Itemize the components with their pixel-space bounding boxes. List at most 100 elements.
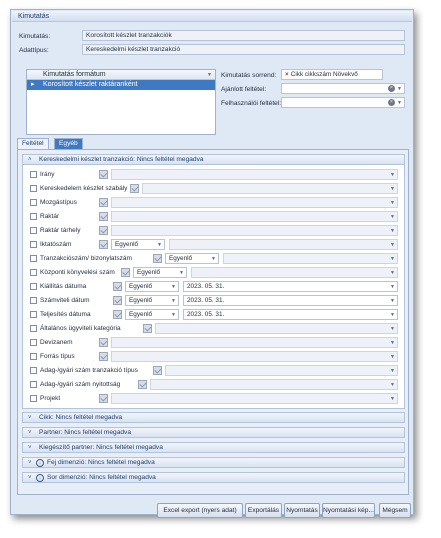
filter-checkbox[interactable] bbox=[30, 199, 37, 206]
negate-toggle[interactable] bbox=[99, 352, 108, 361]
format-list[interactable]: Kimutatás formátum ▼ ▸ Korosított készle… bbox=[26, 69, 216, 135]
filter-value-field[interactable]: 2023. 05. 31. ▼ bbox=[183, 281, 398, 292]
chevron-down-icon[interactable]: ▼ bbox=[157, 240, 162, 249]
chevron-down-icon[interactable]: ▼ bbox=[390, 198, 395, 207]
negate-toggle[interactable] bbox=[121, 268, 130, 277]
chevron-down-icon[interactable]: ▼ bbox=[211, 254, 216, 263]
chevron-down-icon[interactable]: ▼ bbox=[171, 282, 176, 291]
filter-value-field[interactable]: ▼ bbox=[111, 211, 398, 222]
chevron-down-icon[interactable]: ▼ bbox=[390, 338, 395, 347]
chevron-down-icon[interactable]: ▼ bbox=[390, 366, 395, 375]
filter-checkbox[interactable] bbox=[30, 353, 37, 360]
operator-select[interactable]: Egyenlő ▼ bbox=[133, 267, 187, 278]
negate-toggle[interactable] bbox=[99, 226, 108, 235]
tab-egyeb-feltetel[interactable]: Egyéb feltétel bbox=[54, 138, 84, 157]
chevron-down-icon[interactable]: ▼ bbox=[390, 212, 395, 221]
negate-toggle[interactable] bbox=[153, 254, 162, 263]
chevron-down-icon[interactable]: ▼ bbox=[390, 226, 395, 235]
negate-toggle[interactable] bbox=[99, 394, 108, 403]
operator-select[interactable]: Egyenlő ▼ bbox=[125, 281, 179, 292]
filter-value-field[interactable]: 2023. 05. 31. ▼ bbox=[183, 309, 398, 320]
filter-value-field[interactable]: ▼ bbox=[150, 379, 398, 390]
filter-value-field[interactable]: ▼ bbox=[191, 267, 398, 278]
filter-checkbox[interactable] bbox=[30, 367, 37, 374]
operator-select[interactable]: Egyenlő ▼ bbox=[125, 295, 179, 306]
format-list-item[interactable]: ▸ Korosított készlet raktáranként bbox=[27, 80, 215, 90]
ajanlott-combo[interactable]: × ▼ bbox=[281, 83, 405, 94]
negate-toggle[interactable] bbox=[153, 366, 162, 375]
operator-select[interactable]: Egyenlő ▼ bbox=[125, 309, 179, 320]
filter-value-field[interactable]: ▼ bbox=[111, 337, 398, 348]
chevron-down-icon[interactable]: ▼ bbox=[390, 282, 395, 291]
filter-checkbox[interactable] bbox=[30, 325, 37, 332]
filter-value-field[interactable]: 2023. 05. 31. ▼ bbox=[183, 295, 398, 306]
filter-checkbox[interactable] bbox=[30, 171, 37, 178]
chevron-down-icon[interactable]: ▼ bbox=[390, 394, 395, 403]
section-cikk[interactable]: ˅ Cikk: Nincs feltétel megadva bbox=[22, 412, 405, 423]
chevron-down-icon[interactable]: ▼ bbox=[171, 296, 176, 305]
chevron-down-icon[interactable]: ▼ bbox=[179, 268, 184, 277]
chevron-down-icon[interactable]: ▼ bbox=[390, 170, 395, 179]
filter-value-field[interactable]: ▼ bbox=[111, 169, 398, 180]
filter-value-field[interactable]: ▼ bbox=[155, 323, 398, 334]
section-sor-dimenzio[interactable]: ˅ ↓ Sor dimenzió: Nincs feltétel megadva bbox=[22, 472, 405, 483]
filter-value-field[interactable]: ▼ bbox=[111, 225, 398, 236]
filter-value-field[interactable]: ▼ bbox=[142, 183, 398, 194]
negate-toggle[interactable] bbox=[99, 198, 108, 207]
felhasznaloi-combo[interactable]: × ▼ bbox=[281, 97, 405, 108]
negate-toggle[interactable] bbox=[99, 338, 108, 347]
print-preview-button[interactable]: Nyomtatási kép... bbox=[322, 503, 375, 518]
chevron-down-icon[interactable]: ▼ bbox=[390, 240, 395, 249]
section-kiegeszito[interactable]: ˅ Kiegészítő partner: Nincs feltétel meg… bbox=[22, 442, 405, 453]
filter-checkbox[interactable] bbox=[30, 381, 37, 388]
chevron-down-icon[interactable]: ▼ bbox=[390, 184, 395, 193]
negate-toggle[interactable] bbox=[130, 184, 139, 193]
negate-toggle[interactable] bbox=[138, 380, 147, 389]
filter-checkbox[interactable] bbox=[30, 395, 37, 402]
section-main[interactable]: ˄ Kereskedelmi készlet tranzakció: Nincs… bbox=[22, 154, 405, 165]
negate-toggle[interactable] bbox=[143, 324, 152, 333]
clear-icon[interactable]: × bbox=[388, 99, 395, 106]
negate-toggle[interactable] bbox=[113, 296, 122, 305]
filter-value-field[interactable]: ▼ bbox=[165, 365, 398, 376]
filter-checkbox[interactable] bbox=[30, 213, 37, 220]
remove-icon[interactable]: × bbox=[285, 71, 289, 78]
filter-value-field[interactable]: ▼ bbox=[223, 253, 398, 264]
filter-checkbox[interactable] bbox=[30, 283, 37, 290]
filter-checkbox[interactable] bbox=[30, 269, 37, 276]
negate-toggle[interactable] bbox=[99, 240, 108, 249]
negate-toggle[interactable] bbox=[113, 310, 122, 319]
excel-export-button[interactable]: Excel export (nyers adat) bbox=[157, 503, 243, 518]
operator-select[interactable]: Egyenlő ▼ bbox=[111, 239, 165, 250]
filter-checkbox[interactable] bbox=[30, 241, 37, 248]
chevron-down-icon[interactable]: ▼ bbox=[390, 380, 395, 389]
filter-value-field[interactable]: ▼ bbox=[169, 239, 398, 250]
print-button[interactable]: Nyomtatás bbox=[284, 503, 320, 518]
filter-value-field[interactable]: ▼ bbox=[111, 197, 398, 208]
filter-checkbox[interactable] bbox=[30, 255, 37, 262]
filter-checkbox[interactable] bbox=[30, 311, 37, 318]
section-fej-dimenzio[interactable]: ˅ ↓ Fej dimenzió: Nincs feltétel megadva bbox=[22, 457, 405, 468]
filter-checkbox[interactable] bbox=[30, 297, 37, 304]
clear-icon[interactable]: × bbox=[388, 85, 395, 92]
section-partner[interactable]: ˅ Partner: Nincs feltétel megadva bbox=[22, 427, 405, 438]
filter-checkbox[interactable] bbox=[30, 185, 37, 192]
filter-value-field[interactable]: ▼ bbox=[111, 393, 398, 404]
sorrend-field[interactable]: × Cikk cikkszám Növekvő bbox=[281, 69, 383, 80]
chevron-down-icon[interactable]: ▼ bbox=[390, 324, 395, 333]
filter-value-field[interactable]: ▼ bbox=[111, 351, 398, 362]
chevron-down-icon[interactable]: ▼ bbox=[390, 268, 395, 277]
negate-toggle[interactable] bbox=[99, 212, 108, 221]
chevron-down-icon[interactable]: ▼ bbox=[390, 296, 395, 305]
negate-toggle[interactable] bbox=[113, 282, 122, 291]
tab-feltetel[interactable]: Feltétel bbox=[17, 138, 49, 149]
operator-select[interactable]: Egyenlő ▼ bbox=[165, 253, 219, 264]
chevron-down-icon[interactable]: ▼ bbox=[390, 352, 395, 361]
chevron-down-icon[interactable]: ▼ bbox=[390, 310, 395, 319]
chevron-down-icon[interactable]: ▼ bbox=[390, 254, 395, 263]
cancel-button[interactable]: Mégsem bbox=[379, 503, 411, 518]
filter-checkbox[interactable] bbox=[30, 227, 37, 234]
chevron-down-icon[interactable]: ▼ bbox=[397, 98, 402, 107]
filter-checkbox[interactable] bbox=[30, 339, 37, 346]
export-button[interactable]: Exportálás bbox=[245, 503, 282, 518]
